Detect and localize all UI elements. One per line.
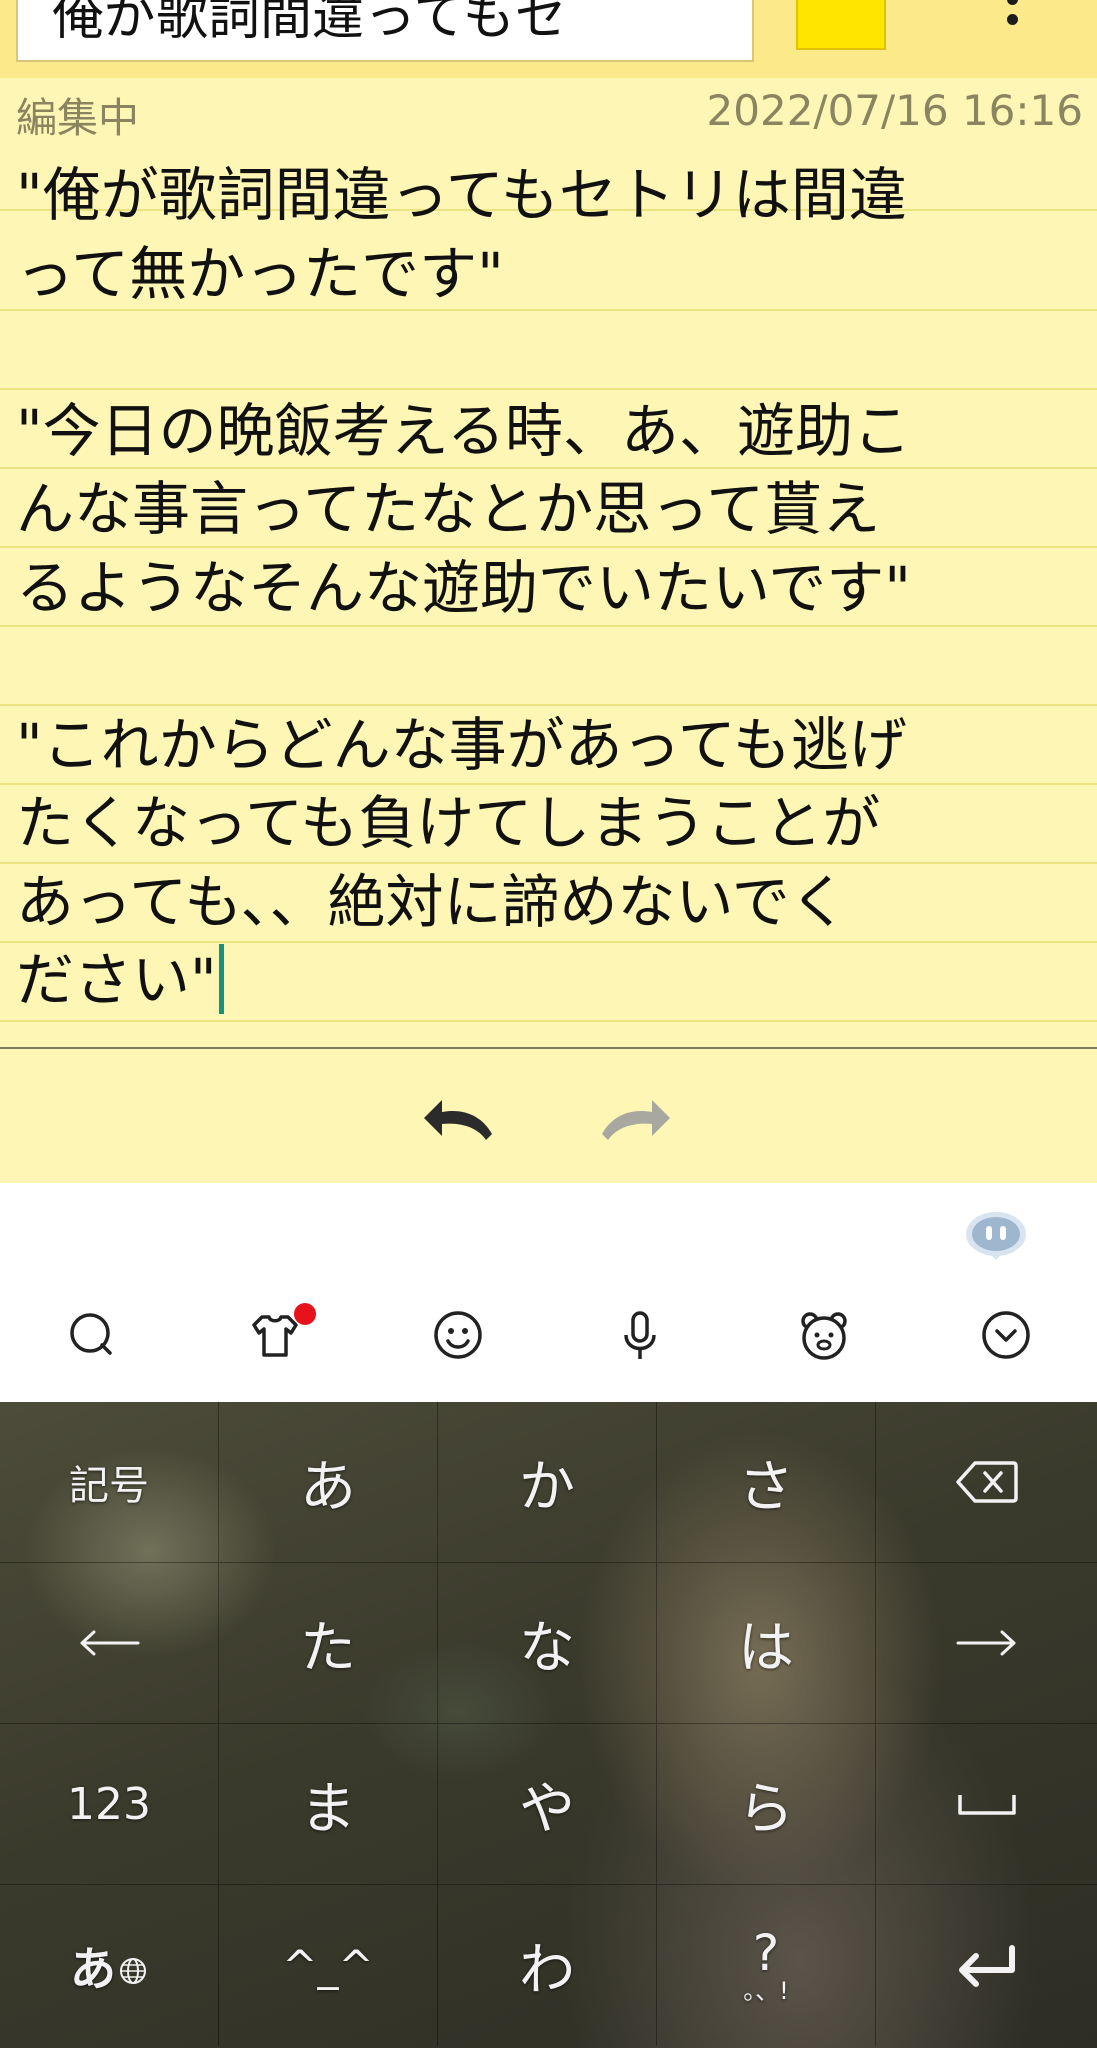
key-label: た (300, 1615, 356, 1681)
key-sa[interactable]: さ (657, 1402, 876, 1563)
globe-icon (120, 1957, 146, 1984)
divider (0, 1047, 1097, 1049)
key-sublabel: 。、! (743, 1976, 789, 2005)
more-options-icon[interactable] (1000, 0, 1024, 44)
key-label: ま (300, 1776, 356, 1842)
key-a[interactable]: あ (219, 1402, 438, 1563)
kaomoji-bear-icon[interactable] (794, 1305, 854, 1365)
key-label: さ (738, 1454, 794, 1520)
symbols-key[interactable]: 記号 (0, 1402, 219, 1563)
enter-key[interactable] (876, 1885, 1097, 2046)
key-label: ら (738, 1776, 794, 1842)
top-bar: 俺が歌詞間違ってもセ (0, 0, 1097, 78)
key-label: ? (752, 1923, 780, 1982)
key-label: 記号 (69, 1463, 149, 1509)
color-swatch-button[interactable] (796, 0, 886, 50)
key-label: か (519, 1454, 575, 1520)
space-key[interactable] (876, 1724, 1097, 1885)
key-label: わ (519, 1938, 575, 2003)
collapse-keyboard-icon[interactable] (976, 1305, 1036, 1365)
backspace-icon (955, 1461, 1018, 1503)
undo-icon[interactable] (412, 1090, 498, 1146)
key-label: や (519, 1776, 575, 1842)
arrow-left-icon (80, 1630, 140, 1656)
keyboard-toolbar (0, 1183, 1097, 1402)
cursor-right-key[interactable] (876, 1563, 1097, 1724)
key-ra[interactable]: ら (657, 1724, 876, 1885)
arrow-right-icon (956, 1630, 1015, 1656)
redo-icon[interactable] (596, 1090, 682, 1146)
notification-dot (294, 1303, 316, 1325)
flick-keyboard: 記号 あ か さ た な は 123 ま や ら あ ^_^ わ ? 。、! (0, 1402, 1097, 2048)
emoji-icon[interactable] (428, 1305, 488, 1365)
key-ka[interactable]: か (438, 1402, 657, 1563)
key-label: は (738, 1615, 794, 1681)
key-label: 123 (67, 1778, 151, 1830)
assistant-robot-icon[interactable] (964, 1210, 1028, 1262)
key-ya[interactable]: や (438, 1724, 657, 1885)
key-label: あ (70, 1941, 116, 1996)
key-ta[interactable]: た (219, 1563, 438, 1724)
enter-icon (958, 1944, 1015, 1987)
key-ha[interactable]: は (657, 1563, 876, 1724)
memo-content: "俺が歌詞間違ってもセトリは間違 って無かったです" "今日の晩飯考える時、あ、… (16, 161, 911, 1014)
input-mode-key[interactable]: あ (0, 1885, 219, 2046)
cursor-left-key[interactable] (0, 1563, 219, 1724)
microphone-icon[interactable] (610, 1305, 670, 1365)
numbers-key[interactable]: 123 (0, 1724, 219, 1885)
text-cursor (218, 944, 224, 1014)
space-icon (957, 1795, 1016, 1815)
key-ma[interactable]: ま (219, 1724, 438, 1885)
key-label: ^_^ (282, 1941, 374, 1990)
memo-title-field[interactable]: 俺が歌詞間違ってもセ (16, 0, 754, 62)
key-wa[interactable]: わ (438, 1885, 657, 2046)
timestamp: 2022/07/16 16:16 (706, 86, 1083, 135)
memo-text[interactable]: "俺が歌詞間違ってもセトリは間違 って無かったです" "今日の晩飯考える時、あ、… (16, 156, 1086, 1020)
backspace-key[interactable] (876, 1402, 1097, 1563)
key-label: あ (300, 1454, 356, 1520)
punctuation-key[interactable]: ? 。、! (657, 1885, 876, 2046)
kaomoji-key[interactable]: ^_^ (219, 1885, 438, 2046)
key-na[interactable]: な (438, 1563, 657, 1724)
key-label: な (519, 1615, 575, 1681)
editing-status: 編集中 (16, 94, 139, 142)
search-icon[interactable] (62, 1305, 122, 1365)
memo-editor[interactable]: "俺が歌詞間違ってもセトリは間違 って無かったです" "今日の晩飯考える時、あ、… (0, 156, 1097, 1046)
